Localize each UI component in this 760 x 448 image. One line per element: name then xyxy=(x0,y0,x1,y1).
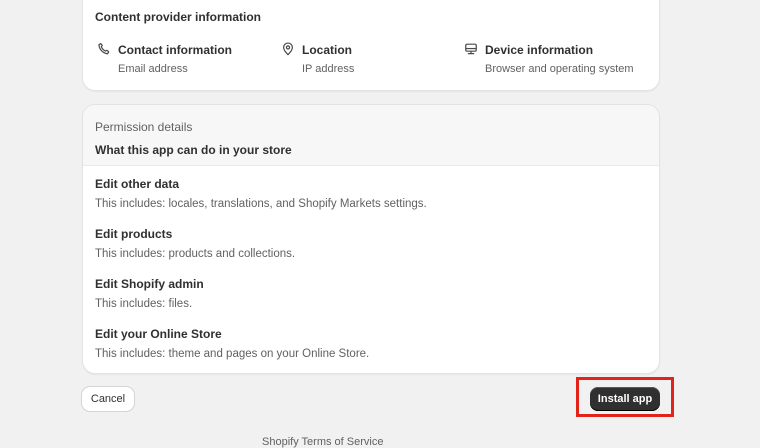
phone-icon xyxy=(98,42,110,55)
permission-item-title: Edit your Online Store xyxy=(95,327,222,341)
permission-item-description: This includes: products and collections. xyxy=(95,248,296,260)
permission-item-title: Edit Shopify admin xyxy=(95,277,204,291)
device-information-detail: Browser and operating system xyxy=(485,63,634,75)
permission-item: Edit other data This includes: locales, … xyxy=(95,177,427,210)
permission-item: Edit products This includes: products an… xyxy=(95,227,295,260)
install-app-button[interactable]: Install app xyxy=(590,387,660,411)
location-pin-icon xyxy=(283,42,293,56)
permission-details-card: Permission details What this app can do … xyxy=(83,105,659,373)
device-information-label: Device information xyxy=(485,43,594,57)
contact-information-label: Contact information xyxy=(118,43,232,57)
permission-item-description: This includes: files. xyxy=(95,298,193,310)
content-provider-title: Content provider information xyxy=(95,10,261,24)
location-label: Location xyxy=(302,43,352,57)
permission-item: Edit Shopify admin This includes: files. xyxy=(95,277,204,310)
cancel-button[interactable]: Cancel xyxy=(82,387,134,411)
permission-item-description: This includes: theme and pages on your O… xyxy=(95,348,370,360)
footer-terms-link[interactable]: Shopify Terms of Service xyxy=(262,436,383,448)
contact-information-detail: Email address xyxy=(118,63,188,75)
permission-details-header: Permission details What this app can do … xyxy=(83,105,659,166)
permission-details-title: Permission details xyxy=(95,120,193,134)
permission-item: Edit your Online Store This includes: th… xyxy=(95,327,369,360)
monitor-icon xyxy=(465,43,477,55)
permission-item-title: Edit other data xyxy=(95,177,180,191)
location-detail: IP address xyxy=(302,63,355,75)
permission-details-subtitle: What this app can do in your store xyxy=(95,143,292,157)
content-provider-card: Content provider information Contact inf… xyxy=(83,0,659,90)
permission-item-description: This includes: locales, translations, an… xyxy=(95,198,427,210)
permission-item-title: Edit products xyxy=(95,227,173,241)
